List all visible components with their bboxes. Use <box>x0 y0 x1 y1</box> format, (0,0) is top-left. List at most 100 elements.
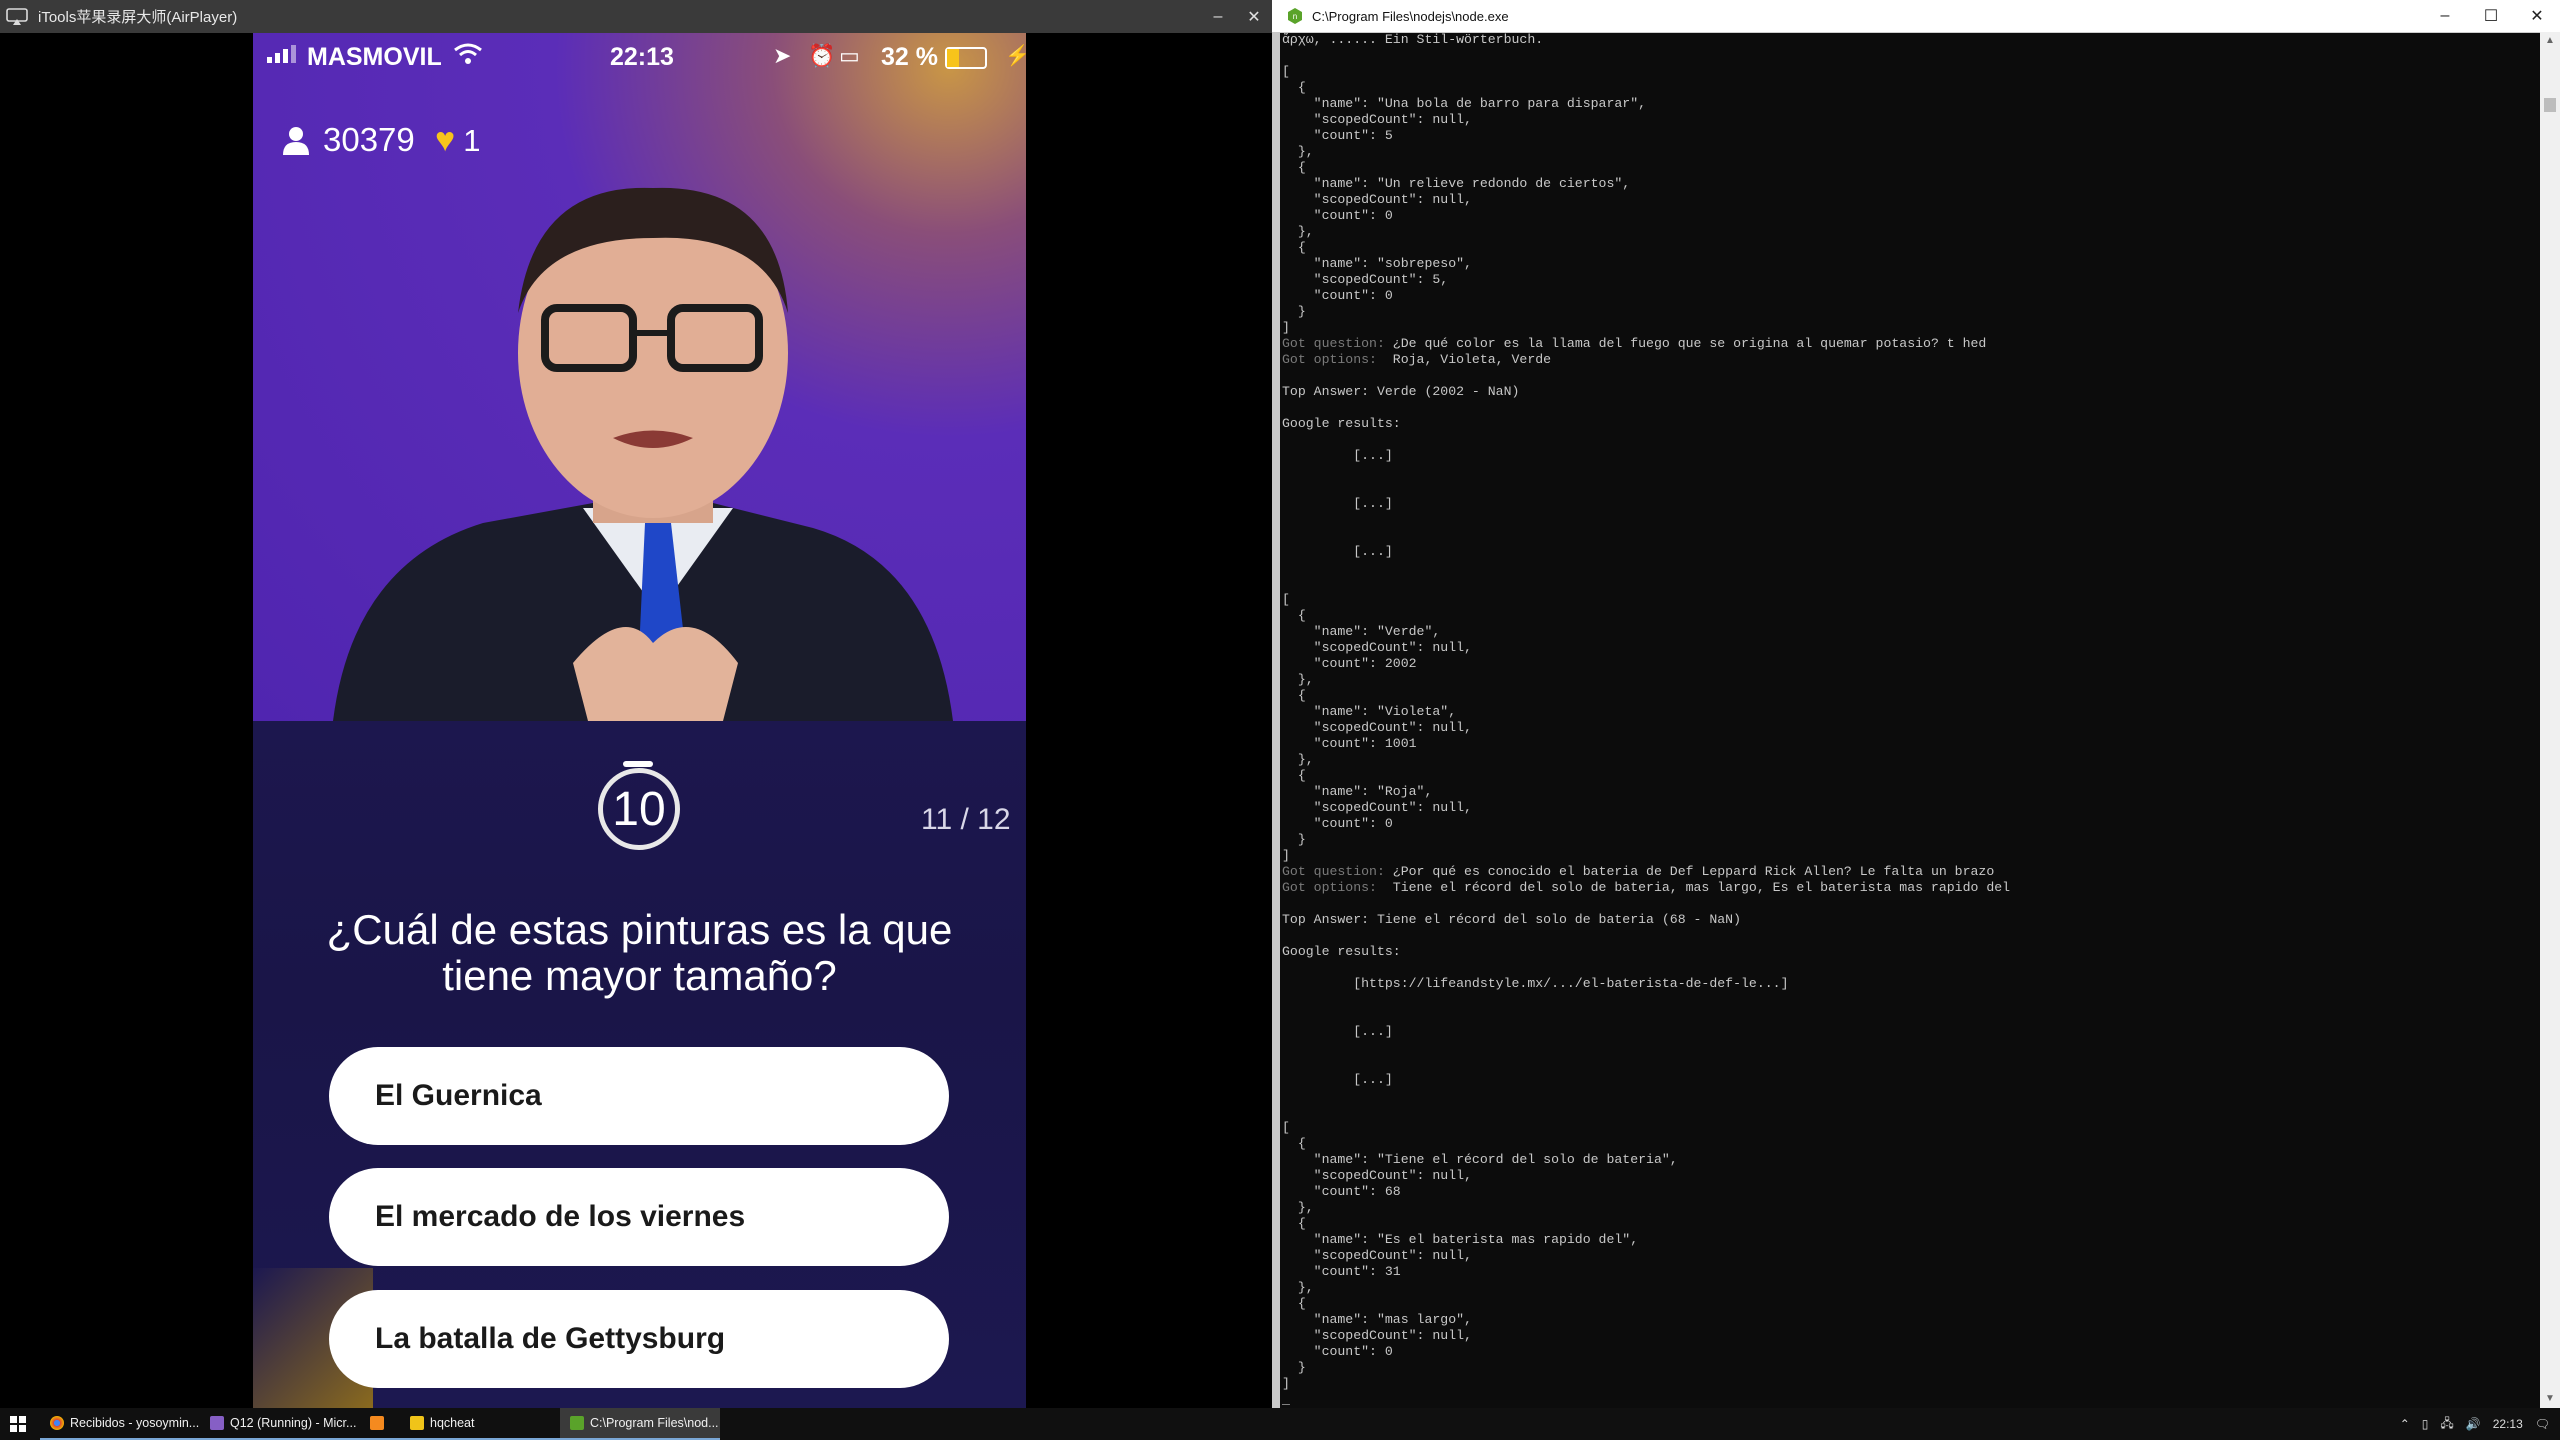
console-line: Got options: Roja, Violeta, Verde <box>1282 352 1552 367</box>
answer-option-2[interactable]: El mercado de los viernes <box>329 1168 949 1266</box>
taskbar-app-chrome[interactable]: Recibidos - yosoymin... <box>40 1408 200 1440</box>
battery-icon <box>945 47 987 69</box>
scroll-up-arrow-icon[interactable]: ▲ <box>2540 32 2560 50</box>
console-output[interactable]: ἄρχω, ...... Ein Stil-wörterbuch. [ { "na… <box>1280 32 2532 1408</box>
console-line: "count": 0 <box>1282 208 1393 223</box>
signal-icon <box>267 45 296 63</box>
console-line: { <box>1282 160 1306 175</box>
chevron-up-icon[interactable]: ⌃ <box>2400 1417 2410 1431</box>
taskbar-app-visual-studio[interactable]: Q12 (Running) - Micr... <box>200 1408 360 1440</box>
console-line: } <box>1282 832 1306 847</box>
console-titlebar[interactable]: n C:\Program Files\nodejs\node.exe – ☐ ✕ <box>1272 0 2560 33</box>
tray-clock[interactable]: 22:13 <box>2493 1417 2523 1431</box>
console-line: "count": 1001 <box>1282 736 1417 751</box>
node-icon <box>570 1416 584 1430</box>
start-button[interactable] <box>0 1408 36 1440</box>
console-line: "scopedCount": null, <box>1282 1168 1472 1183</box>
scroll-down-arrow-icon[interactable]: ▼ <box>2540 1390 2560 1408</box>
console-line: "name": "Violeta", <box>1282 704 1457 719</box>
console-line: { <box>1282 608 1306 623</box>
console-line: "scopedCount": null, <box>1282 640 1472 655</box>
airplayer-titlebar[interactable]: iTools苹果录屏大师(AirPlayer) – ✕ <box>0 0 1272 33</box>
console-line: "name": "Roja", <box>1282 784 1433 799</box>
console-title: C:\Program Files\nodejs\node.exe <box>1312 8 1509 24</box>
battery-fill <box>947 49 960 67</box>
console-line: }, <box>1282 144 1314 159</box>
console-line: "count": 0 <box>1282 1344 1393 1359</box>
node-icon: n <box>1288 8 1302 24</box>
answer-option-1[interactable]: El Guernica <box>329 1047 949 1145</box>
console-line: "scopedCount": null, <box>1282 192 1472 207</box>
console-line: [...] <box>1282 496 1393 511</box>
console-line: { <box>1282 240 1306 255</box>
console-line: { <box>1282 1216 1306 1231</box>
close-button[interactable]: ✕ <box>2514 0 2560 33</box>
ios-status-bar: MASMOVIL 22:13 ➤ ⏰ ▭ 32 % ⚡ <box>253 33 1026 79</box>
airplayer-window: iTools苹果录屏大师(AirPlayer) – ✕ MASMOVIL 22:… <box>0 0 1272 1408</box>
volume-icon[interactable]: 🔊 <box>2466 1417 2481 1431</box>
console-line: [...] <box>1282 1072 1393 1087</box>
minimize-button[interactable]: – <box>1200 0 1236 33</box>
console-line: "name": "Es el baterista mas rapido del"… <box>1282 1232 1639 1247</box>
question-counter: 11 / 12 <box>921 803 1011 836</box>
host-video: MASMOVIL 22:13 ➤ ⏰ ▭ 32 % ⚡ 30379 ♥ 1 <box>253 33 1026 721</box>
visual-studio-icon <box>210 1416 224 1430</box>
console-line: Got question: ¿De qué color es la llama … <box>1282 336 1987 351</box>
scroll-thumb[interactable] <box>2544 98 2556 112</box>
maximize-button[interactable]: ☐ <box>2468 0 2514 33</box>
console-line: Top Answer: Tiene el récord del solo de … <box>1282 912 1741 927</box>
console-line: ] <box>1282 320 1290 335</box>
taskbar-app-node[interactable]: C:\Program Files\nod... <box>560 1408 720 1440</box>
status-time: 22:13 <box>610 43 674 71</box>
console-line: "count": 2002 <box>1282 656 1417 671</box>
console-line: }, <box>1282 224 1314 239</box>
console-line: "scopedCount": null, <box>1282 720 1472 735</box>
minimize-button[interactable]: – <box>2422 0 2468 33</box>
notification-icon[interactable]: 🗨 <box>2535 1417 2550 1431</box>
console-line: "count": 31 <box>1282 1264 1401 1279</box>
phone-screen: MASMOVIL 22:13 ➤ ⏰ ▭ 32 % ⚡ 30379 ♥ 1 10… <box>253 33 1026 1408</box>
console-line: }, <box>1282 1200 1314 1215</box>
console-line: ] <box>1282 848 1290 863</box>
console-line: { <box>1282 768 1306 783</box>
answer-option-3[interactable]: La batalla de Gettysburg <box>329 1290 949 1388</box>
taskbar-app-sublime[interactable] <box>360 1408 400 1440</box>
console-line: "scopedCount": null, <box>1282 800 1472 815</box>
console-line: "name": "Tiene el récord del solo de bat… <box>1282 1152 1678 1167</box>
alarm-icon: ⏰ <box>808 43 836 68</box>
console-line: [...] <box>1282 448 1393 463</box>
console-line: } <box>1282 1360 1306 1375</box>
console-line: "scopedCount": null, <box>1282 1328 1472 1343</box>
node-console-window: n C:\Program Files\nodejs\node.exe – ☐ ✕… <box>1272 0 2560 1408</box>
location-icon: ➤ <box>773 43 792 68</box>
taskbar-app-hqcheat[interactable]: hqcheat <box>400 1408 560 1440</box>
carrier-label: MASMOVIL <box>307 43 442 71</box>
network-icon[interactable]: 🖧 <box>2440 1414 2453 1435</box>
console-line: Google results: <box>1282 944 1401 959</box>
countdown-timer: 10 <box>598 768 680 850</box>
console-line: { <box>1282 1296 1306 1311</box>
console-scrollbar[interactable]: ▲ ▼ <box>2540 32 2560 1408</box>
airplay-icon <box>6 7 28 25</box>
console-line: ] <box>1282 1376 1290 1391</box>
tablet-icon[interactable]: ▯ <box>2422 1417 2429 1431</box>
system-tray: ⌃ ▯ 🖧 🔊 22:13 🗨 <box>2400 1408 2560 1440</box>
folder-icon <box>410 1416 424 1430</box>
chrome-icon <box>50 1416 64 1430</box>
window-title: iTools苹果录屏大师(AirPlayer) <box>38 9 238 26</box>
console-line: { <box>1282 80 1306 95</box>
console-line: [https://lifeandstyle.mx/.../el-baterist… <box>1282 976 1789 991</box>
close-button[interactable]: ✕ <box>1236 0 1272 33</box>
